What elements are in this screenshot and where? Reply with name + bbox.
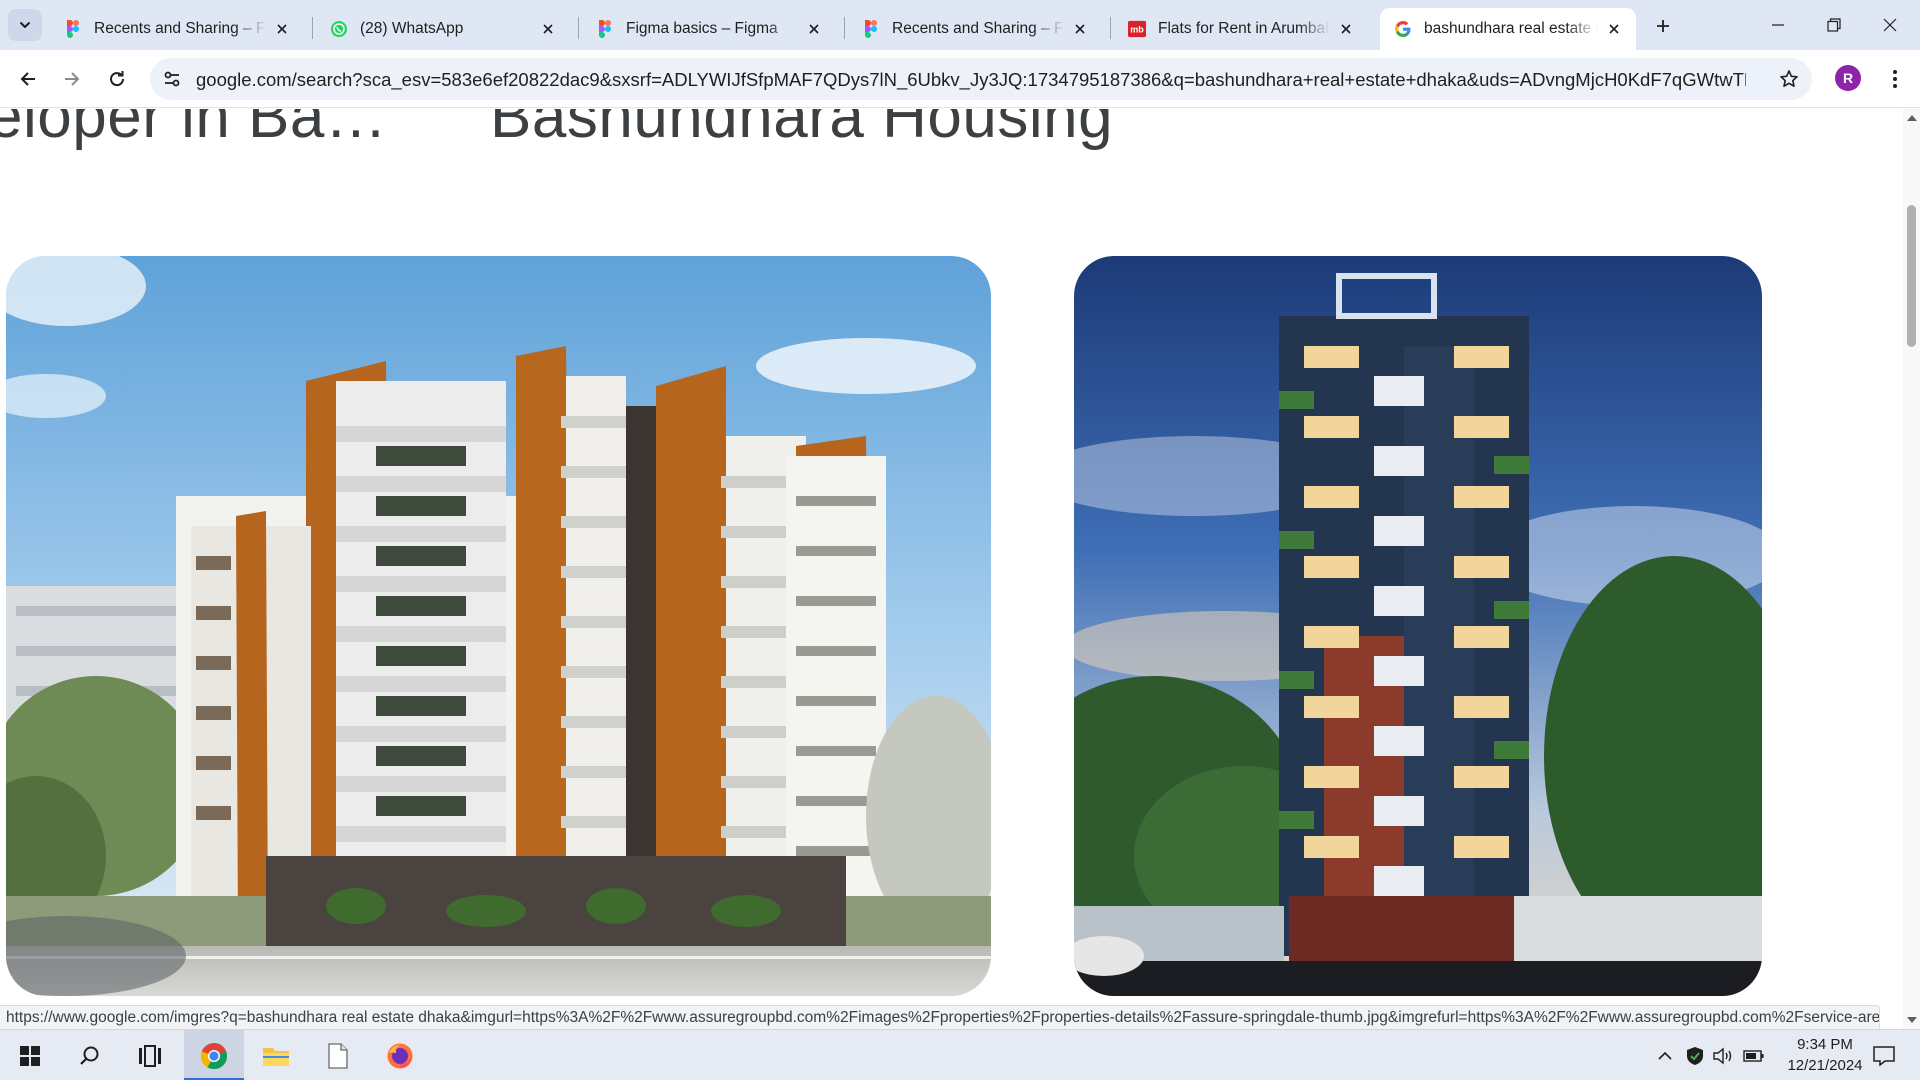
svg-text:mb: mb <box>1130 25 1144 35</box>
profile-avatar[interactable]: R <box>1835 65 1861 91</box>
notification-icon <box>1873 1045 1895 1066</box>
tab-search-button[interactable] <box>8 9 42 41</box>
close-window-button[interactable] <box>1862 0 1918 50</box>
windows-taskbar: 9:34 PM 12/21/2024 <box>0 1029 1920 1080</box>
back-button[interactable] <box>12 63 44 95</box>
tab-title: Flats for Rent in Arumbakkam <box>1158 20 1330 37</box>
close-tab-icon[interactable] <box>1336 19 1356 39</box>
result-title-bashundhara-housing[interactable]: Bashundhara Housing <box>490 109 1113 152</box>
search-icon <box>80 1046 99 1065</box>
tab-figma-recents-2[interactable]: Recents and Sharing – Figma <box>848 8 1102 50</box>
reload-button[interactable] <box>101 63 133 95</box>
tab-figma-basics[interactable]: Figma basics – Figma <box>582 8 836 50</box>
restore-icon <box>1827 18 1841 32</box>
close-icon <box>1883 18 1897 32</box>
shield-icon <box>1687 1046 1703 1065</box>
taskbar-search-button[interactable] <box>62 1030 118 1080</box>
figma-icon <box>596 20 614 38</box>
close-tab-icon[interactable] <box>272 19 292 39</box>
file-explorer-icon <box>263 1047 289 1066</box>
firefox-icon <box>387 1043 413 1068</box>
tab-title: Recents and Sharing – Figma <box>94 20 266 37</box>
link-status-bar: https://www.google.com/imgres?q=bashundh… <box>0 1005 1880 1029</box>
more-vert-icon <box>1893 70 1897 88</box>
new-tab-button[interactable] <box>1648 11 1678 41</box>
document-icon <box>328 1042 348 1069</box>
forward-button[interactable] <box>56 63 88 95</box>
close-tab-icon[interactable] <box>1070 19 1090 39</box>
address-bar[interactable]: google.com/search?sca_esv=583e6ef20822da… <box>150 58 1812 100</box>
notifications-button[interactable] <box>1864 1030 1904 1080</box>
tab-separator <box>1110 17 1111 39</box>
plus-icon <box>1657 20 1669 32</box>
battery-tray-button[interactable] <box>1740 1030 1768 1080</box>
restore-button[interactable] <box>1806 0 1862 50</box>
taskbar-file-explorer[interactable] <box>246 1030 306 1080</box>
chevron-down-icon <box>20 22 30 28</box>
windows-start-icon <box>20 1045 40 1066</box>
tab-title: bashundhara real estate dhaka <box>1424 20 1598 37</box>
building-image-right[interactable] <box>1074 256 1762 996</box>
tab-separator <box>312 17 313 39</box>
scroll-down-arrow-icon[interactable] <box>1907 1017 1917 1023</box>
bookmark-star-icon[interactable] <box>1778 68 1800 90</box>
show-hidden-icons-button[interactable] <box>1652 1030 1678 1080</box>
close-tab-icon[interactable] <box>1604 19 1624 39</box>
minimize-icon <box>1772 24 1784 26</box>
taskbar-chrome[interactable] <box>184 1030 244 1080</box>
reload-icon <box>110 71 125 87</box>
tab-title: (28) WhatsApp <box>360 20 464 37</box>
task-view-icon <box>139 1044 161 1067</box>
magicbricks-icon: mb <box>1128 20 1146 38</box>
page-viewport: eloper in Ba… Bashundhara Housing https:… <box>0 109 1903 1029</box>
figma-icon <box>64 20 82 38</box>
result-title-developer[interactable]: eloper in Ba… <box>0 109 387 152</box>
battery-icon <box>1743 1049 1764 1062</box>
tab-magicbricks[interactable]: mb Flats for Rent in Arumbakkam <box>1114 8 1368 50</box>
taskbar-document[interactable] <box>308 1030 368 1080</box>
scroll-up-arrow-icon[interactable] <box>1907 115 1917 121</box>
arrow-right-icon <box>65 72 80 86</box>
chevron-up-icon <box>1658 1051 1672 1060</box>
volume-tray-button[interactable] <box>1710 1030 1738 1080</box>
tab-separator <box>844 17 845 39</box>
tab-title: Figma basics – Figma <box>626 20 778 37</box>
tab-strip: Recents and Sharing – Figma (28) WhatsAp… <box>0 0 1920 50</box>
close-tab-icon[interactable] <box>538 19 558 39</box>
minimize-button[interactable] <box>1750 0 1806 50</box>
browser-toolbar: google.com/search?sca_esv=583e6ef20822da… <box>0 50 1920 108</box>
address-url[interactable]: google.com/search?sca_esv=583e6ef20822da… <box>196 69 1746 91</box>
page-scrollbar[interactable] <box>1903 109 1920 1029</box>
security-tray-button[interactable] <box>1682 1030 1708 1080</box>
building-image-left[interactable] <box>6 256 991 996</box>
tab-separator <box>578 17 579 39</box>
tab-whatsapp[interactable]: (28) WhatsApp <box>316 8 570 50</box>
scrollbar-thumb[interactable] <box>1907 205 1916 347</box>
google-icon <box>1394 20 1412 38</box>
browser-menu-button[interactable] <box>1880 63 1910 95</box>
site-info-icon[interactable] <box>160 67 184 91</box>
chrome-icon <box>200 1042 228 1069</box>
tab-google-search[interactable]: bashundhara real estate dhaka <box>1380 8 1636 50</box>
task-view-button[interactable] <box>122 1030 178 1080</box>
whatsapp-icon <box>330 20 348 38</box>
tab-figma-recents-1[interactable]: Recents and Sharing – Figma <box>50 8 304 50</box>
arrow-left-icon <box>20 72 35 86</box>
figma-icon <box>862 20 880 38</box>
speaker-icon <box>1713 1047 1732 1064</box>
start-button[interactable] <box>2 1030 58 1080</box>
taskbar-firefox[interactable] <box>370 1030 430 1080</box>
close-tab-icon[interactable] <box>804 19 824 39</box>
tab-title: Recents and Sharing – Figma <box>892 20 1064 37</box>
